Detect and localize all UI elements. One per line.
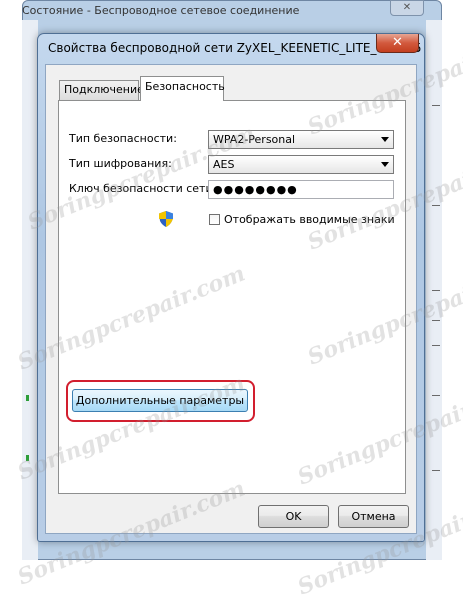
background-tick bbox=[432, 395, 440, 396]
tab-connection[interactable]: Подключение bbox=[59, 80, 144, 100]
security-type-value: WPA2-Personal bbox=[213, 133, 296, 146]
dialog-title: Свойства беспроводной сети ZyXEL_KEENETI… bbox=[48, 41, 422, 55]
wireless-properties-dialog: Свойства беспроводной сети ZyXEL_KEENETI… bbox=[37, 33, 425, 542]
chevron-down-icon bbox=[381, 137, 389, 142]
security-key-label: Ключ безопасности сети bbox=[69, 182, 213, 195]
encryption-type-label: Тип шифрования: bbox=[69, 157, 172, 170]
ok-button[interactable]: OK bbox=[258, 505, 329, 528]
background-window-title: Состояние - Беспроводное сетевое соедине… bbox=[22, 4, 300, 17]
security-type-select[interactable]: WPA2-Personal bbox=[208, 130, 394, 149]
tab-security[interactable]: Безопасность bbox=[140, 76, 225, 101]
encryption-type-value: AES bbox=[213, 158, 235, 171]
chevron-down-icon bbox=[381, 162, 389, 167]
background-status-marker bbox=[26, 455, 29, 461]
background-tick bbox=[432, 205, 440, 206]
advanced-settings-button[interactable]: Дополнительные параметры bbox=[72, 389, 248, 412]
dialog-client-area: Подключение Безопасность Тип безопасност… bbox=[45, 64, 417, 534]
show-characters-label[interactable]: Отображать вводимые знаки bbox=[224, 213, 395, 226]
cancel-button[interactable]: Отмена bbox=[338, 505, 409, 528]
background-close-button[interactable]: ✕ bbox=[390, 0, 424, 16]
show-characters-checkbox[interactable] bbox=[209, 214, 220, 225]
security-key-input[interactable]: ●●●●●●●● bbox=[208, 180, 394, 199]
uac-shield-icon bbox=[159, 211, 173, 227]
background-tick bbox=[432, 105, 440, 106]
background-status-marker bbox=[26, 395, 29, 401]
close-button[interactable]: ✕ bbox=[376, 34, 419, 53]
background-tick bbox=[432, 345, 440, 346]
background-tick bbox=[432, 470, 440, 471]
encryption-type-select[interactable]: AES bbox=[208, 155, 394, 174]
security-tab-panel: Тип безопасности: WPA2-Personal Тип шифр… bbox=[58, 100, 406, 494]
background-tick bbox=[432, 290, 440, 291]
background-tick bbox=[432, 320, 440, 321]
background-left-strip bbox=[22, 20, 38, 560]
security-type-label: Тип безопасности: bbox=[69, 132, 177, 145]
